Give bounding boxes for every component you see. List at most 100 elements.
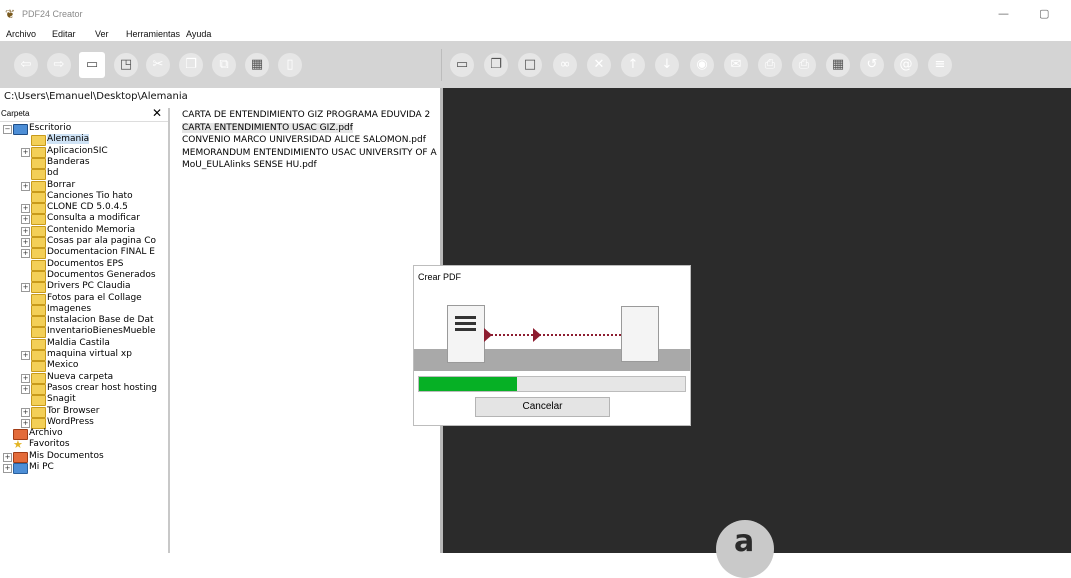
tree-item-label: Pasos crear host hosting xyxy=(47,382,157,393)
star-icon: ★ xyxy=(13,438,23,452)
source-document-icon xyxy=(447,305,485,363)
duplicate-icon[interactable]: ❐ xyxy=(484,53,508,77)
tree-item-label: Archivo xyxy=(29,428,63,439)
open-folder-icon[interactable]: ▭ xyxy=(79,52,105,78)
copy-icon[interactable]: ❐ xyxy=(179,53,203,77)
folder-icon xyxy=(31,146,46,158)
collapse-icon[interactable]: − xyxy=(3,125,12,134)
watermark-logo-icon: a xyxy=(734,524,755,559)
view-icon[interactable]: ◉ xyxy=(690,53,714,77)
folder-panel-title: Carpeta xyxy=(1,109,30,118)
tree-item-label: Consulta a modificar xyxy=(47,213,140,224)
file-item[interactable]: CARTA ENTENDIMIENTO USAC GIZ.pdf xyxy=(182,122,353,133)
folder-icon xyxy=(31,237,46,248)
settings-icon[interactable]: @ xyxy=(894,53,918,77)
tree-item-label: CLONE CD 5.0.4.5 xyxy=(47,202,128,213)
folder-icon xyxy=(31,225,46,237)
calc-icon[interactable]: ▦ xyxy=(826,53,850,77)
mail-icon[interactable]: ✉ xyxy=(724,53,748,77)
menu-ver[interactable]: Ver xyxy=(95,29,109,39)
expand-icon[interactable]: + xyxy=(21,373,30,383)
calculator-icon[interactable]: ▦ xyxy=(245,53,269,77)
folder-icon xyxy=(31,361,46,373)
expand-icon[interactable]: + xyxy=(21,407,30,417)
menu-archivo[interactable]: Archivo xyxy=(6,29,36,39)
tree-item-label: AplicacionSIC xyxy=(47,145,108,156)
expand-icon[interactable]: + xyxy=(21,384,30,394)
expand-icon[interactable]: + xyxy=(21,215,30,225)
pdf-document-icon xyxy=(621,306,659,362)
list-icon[interactable]: ≡ xyxy=(928,53,952,77)
expand-icon[interactable]: + xyxy=(21,283,30,293)
tree-item-label: Documentacion FINAL E xyxy=(47,247,155,258)
panel-divider[interactable] xyxy=(168,108,170,553)
cut-icon[interactable]: ✂ xyxy=(146,53,170,77)
tree-item-label: Nueva carpeta xyxy=(47,371,114,382)
file-item[interactable]: CONVENIO MARCO UNIVERSIDAD ALICE SALOMON… xyxy=(182,135,426,145)
folder-icon xyxy=(31,203,46,215)
file-item[interactable]: MEMORANDUM ENTENDIMIENTO USAC UNIVERSITY… xyxy=(182,148,437,158)
restore-button[interactable]: ▢ xyxy=(1039,7,1049,20)
close-icon[interactable]: ✕ xyxy=(152,106,162,120)
tree-item-label: maquina virtual xp xyxy=(47,349,132,359)
tree-item-label: Drivers PC Claudia xyxy=(47,281,131,292)
move-up-icon[interactable]: ↑ xyxy=(621,53,645,77)
expand-icon[interactable]: + xyxy=(21,238,30,247)
menu-ayuda[interactable]: Ayuda xyxy=(186,29,211,39)
rotate-icon[interactable]: ↺ xyxy=(860,53,884,77)
expand-icon[interactable]: + xyxy=(21,147,30,157)
folder-icon xyxy=(31,383,46,395)
tree-item-label: Canciones Tio hato xyxy=(47,190,133,201)
tree-item-label: Cosas par ala pagina Co xyxy=(47,236,157,246)
cancel-icon[interactable]: ✕ xyxy=(587,53,611,77)
tree-item-label: Contenido Memoria xyxy=(47,224,136,235)
tree-item-label: Fotos para el Collage xyxy=(47,292,142,303)
cancel-button[interactable]: Cancelar xyxy=(475,397,610,417)
link-icon[interactable]: ∞ xyxy=(553,53,577,77)
folder-icon xyxy=(31,395,46,407)
file-list: CARTA DE ENTENDIMIENTO GIZ PROGRAMA EDUV… xyxy=(182,110,440,553)
expand-icon[interactable]: + xyxy=(21,351,30,360)
tree-item-label: Documentos EPS xyxy=(47,258,124,269)
trash-icon[interactable]: ▯ xyxy=(278,53,302,77)
toolbar-separator xyxy=(441,49,442,81)
file-item[interactable]: CARTA DE ENTENDIMIENTO GIZ PROGRAMA EDUV… xyxy=(182,110,430,120)
expand-icon[interactable]: + xyxy=(21,181,30,191)
tree-item-label: Maldia Castila xyxy=(47,337,110,348)
print-icon[interactable]: ⎙ xyxy=(758,53,782,77)
current-path: C:\Users\Emanuel\Desktop\Alemania xyxy=(4,91,188,102)
folder-icon xyxy=(31,350,46,361)
file-item[interactable]: MoU_EULAlinks SENSE HU.pdf xyxy=(182,160,317,170)
menu-herramientas[interactable]: Herramientas xyxy=(126,29,180,39)
dialog-title: Crear PDF xyxy=(418,272,462,282)
folder-icon xyxy=(31,169,46,181)
folder-icon xyxy=(31,214,46,226)
print-alt-icon[interactable]: ⎙ xyxy=(792,53,816,77)
menu-editar[interactable]: Editar xyxy=(52,29,76,39)
tree-item-label: Instalacion Base de Dat xyxy=(47,315,154,326)
frame-icon[interactable]: □ xyxy=(518,53,542,77)
back-icon[interactable]: ⇦ xyxy=(14,53,38,77)
expand-icon[interactable]: + xyxy=(3,464,12,473)
tree-item-label: bd xyxy=(47,168,59,179)
progress-arrow xyxy=(487,334,621,336)
expand-icon[interactable]: + xyxy=(21,204,30,214)
expand-icon[interactable]: + xyxy=(21,418,30,428)
folder-icon xyxy=(31,180,46,192)
tree-item-label: Banderas xyxy=(47,156,90,167)
save-icon[interactable]: ▭ xyxy=(450,53,474,77)
select-icon[interactable]: ◳ xyxy=(114,53,138,77)
folder-icon xyxy=(31,406,46,418)
tree-item-label: Borrar xyxy=(47,179,76,190)
expand-icon[interactable]: + xyxy=(21,249,30,259)
folder-icon xyxy=(31,157,46,169)
app-logo-icon: ❦ xyxy=(5,7,16,21)
toolbar: ⇦ ⇨ ▭ ◳ ✂ ❐ ⧉ ▦ ▯ ▭ ❐ □ ∞ ✕ ↑ ↓ ◉ ✉ ⎙ ⎙ … xyxy=(0,41,1071,88)
minimize-button[interactable]: — xyxy=(998,7,1009,20)
expand-icon[interactable]: + xyxy=(3,452,12,462)
move-down-icon[interactable]: ↓ xyxy=(655,53,679,77)
forward-icon[interactable]: ⇨ xyxy=(47,53,71,77)
expand-icon[interactable]: + xyxy=(21,226,30,236)
paste-icon[interactable]: ⧉ xyxy=(212,53,236,77)
folder-tree: − Escritorio Alemania + AplicacionSIC Bandera… xyxy=(0,122,168,553)
